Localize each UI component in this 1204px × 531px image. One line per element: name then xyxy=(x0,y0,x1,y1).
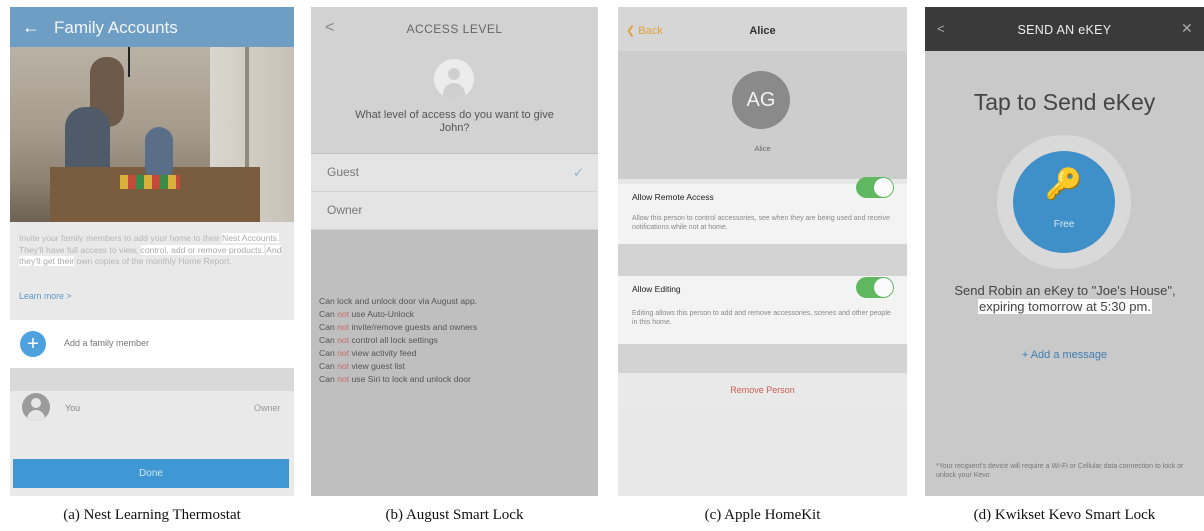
permission-prefix: Can xyxy=(319,322,338,332)
permission-item: Can not invite/remove guests and owners xyxy=(319,321,594,334)
desc-text: own copies of the monthly Home Report. xyxy=(74,256,232,266)
desc-highlight: Nest Accounts. xyxy=(222,233,280,243)
permissions-list: Can lock and unlock door via August app.… xyxy=(319,295,594,386)
page-title: Alice xyxy=(749,25,776,37)
add-message-link[interactable]: + Add a message xyxy=(925,349,1204,361)
photo-toys xyxy=(120,175,180,189)
permission-text: view activity feed xyxy=(349,348,417,358)
photo-lamp xyxy=(128,47,130,77)
initials-avatar: AG xyxy=(732,71,790,129)
permission-item: Can not use Auto-Unlock xyxy=(319,308,594,321)
footnote: *Your recipient's device will require a … xyxy=(936,463,1184,479)
close-icon[interactable]: ✕ xyxy=(1181,20,1193,37)
nest-family-accounts-screen: ← Family Accounts Invite your family mem… xyxy=(10,7,294,496)
message-highlight: expiring tomorrow at 5:30 pm. xyxy=(978,299,1152,314)
remote-access-label: Allow Remote Access xyxy=(632,192,714,202)
permission-negation: not xyxy=(337,374,350,384)
avatar-icon xyxy=(434,59,474,99)
photo-person-child xyxy=(145,127,173,182)
desc-text: Invite your family members to add your h… xyxy=(19,233,222,243)
person-name: Alice xyxy=(754,144,771,153)
editing-toggle[interactable] xyxy=(856,277,894,298)
caption-c: (c) Apple HomeKit xyxy=(704,507,821,523)
permission-prefix: Can xyxy=(319,348,338,358)
option-owner[interactable]: Owner xyxy=(311,192,598,230)
free-label: Free xyxy=(1053,219,1075,230)
caption-a: (a) Nest Learning Thermostat xyxy=(63,507,241,523)
section-gap xyxy=(618,244,907,276)
permission-text: control all lock settings xyxy=(349,335,438,345)
editing-label: Allow Editing xyxy=(632,284,681,294)
learn-more-link[interactable]: Learn more > xyxy=(19,291,72,301)
option-label: Guest xyxy=(327,165,360,179)
section-divider xyxy=(10,368,294,391)
message-text: Send Robin an eKey to "Joe's House", xyxy=(954,283,1176,298)
key-icon: 🔑 xyxy=(1045,168,1083,201)
remote-access-description: Allow this person to control accessories… xyxy=(632,215,890,231)
checkmark-icon: ✓ xyxy=(573,165,584,180)
desc-text: They'll have full access to view, xyxy=(19,244,141,255)
member-row xyxy=(10,391,294,445)
page-title: SEND AN eKEY xyxy=(1017,23,1112,37)
done-button[interactable]: Done xyxy=(13,459,289,488)
permission-prefix: Can xyxy=(319,361,338,371)
permission-negation: not xyxy=(337,348,350,358)
option-label: Owner xyxy=(327,203,363,217)
permission-negation: not xyxy=(337,322,350,332)
page-title: ACCESS LEVEL xyxy=(406,22,503,36)
add-family-member-label[interactable]: Add a family member xyxy=(64,338,149,348)
kevo-send-ekey-screen: < SEND AN eKEY ✕ Tap to Send eKey 🔑 Free… xyxy=(925,7,1204,496)
caption-d: (d) Kwikset Kevo Smart Lock xyxy=(973,507,1156,523)
permission-negation: not xyxy=(337,361,350,371)
family-photo xyxy=(10,47,294,222)
permission-prefix: Can xyxy=(319,309,338,319)
homekit-person-screen: ❮ Back Alice AG Alice Allow Remote Acces… xyxy=(618,7,907,496)
page-title: Family Accounts xyxy=(54,18,178,37)
member-role: Owner xyxy=(254,403,281,413)
plus-icon[interactable]: + xyxy=(20,331,46,357)
add-family-member-row[interactable] xyxy=(10,320,294,368)
permission-item: Can not use Siri to lock and unlock door xyxy=(319,373,594,386)
permission-text: view guest list xyxy=(349,361,405,371)
send-message: Send Robin an eKey to "Joe's House", exp… xyxy=(939,283,1191,315)
permission-item: Can lock and unlock door via August app. xyxy=(319,295,594,308)
member-name: You xyxy=(65,403,81,413)
permission-prefix: Can xyxy=(319,335,338,345)
remove-person-button[interactable]: Remove Person xyxy=(618,373,907,407)
permission-item: Can not view activity feed xyxy=(319,347,594,360)
send-ekey-heading: Tap to Send eKey xyxy=(973,89,1156,115)
permission-text: use Siri to lock and unlock door xyxy=(349,374,471,384)
permission-item: Can not control all lock settings xyxy=(319,334,594,347)
access-question: What level of access do you want to give… xyxy=(355,109,554,134)
permission-text: use Auto-Unlock xyxy=(349,309,415,319)
caption-b: (b) August Smart Lock xyxy=(385,507,524,523)
option-guest[interactable]: Guest xyxy=(311,154,598,192)
editing-description: Editing allows this person to add and re… xyxy=(632,310,891,326)
permission-text: Can lock and unlock door via August app. xyxy=(319,296,478,306)
section-gap xyxy=(618,344,907,373)
august-access-level-screen: < ACCESS LEVEL What level of access do y… xyxy=(311,7,598,496)
back-arrow-icon[interactable]: ← xyxy=(22,17,40,38)
permission-item: Can not view guest list xyxy=(319,360,594,373)
invite-description: Invite your family members to add your h… xyxy=(19,233,287,268)
avatar-icon xyxy=(22,393,50,421)
permission-text: invite/remove guests and owners xyxy=(349,322,478,332)
permission-negation: not xyxy=(337,335,350,345)
permission-prefix: Can xyxy=(319,374,338,384)
desc-highlight: control, add or remove products. xyxy=(140,244,265,255)
permission-negation: not xyxy=(337,309,350,319)
remote-access-toggle[interactable] xyxy=(856,177,894,198)
